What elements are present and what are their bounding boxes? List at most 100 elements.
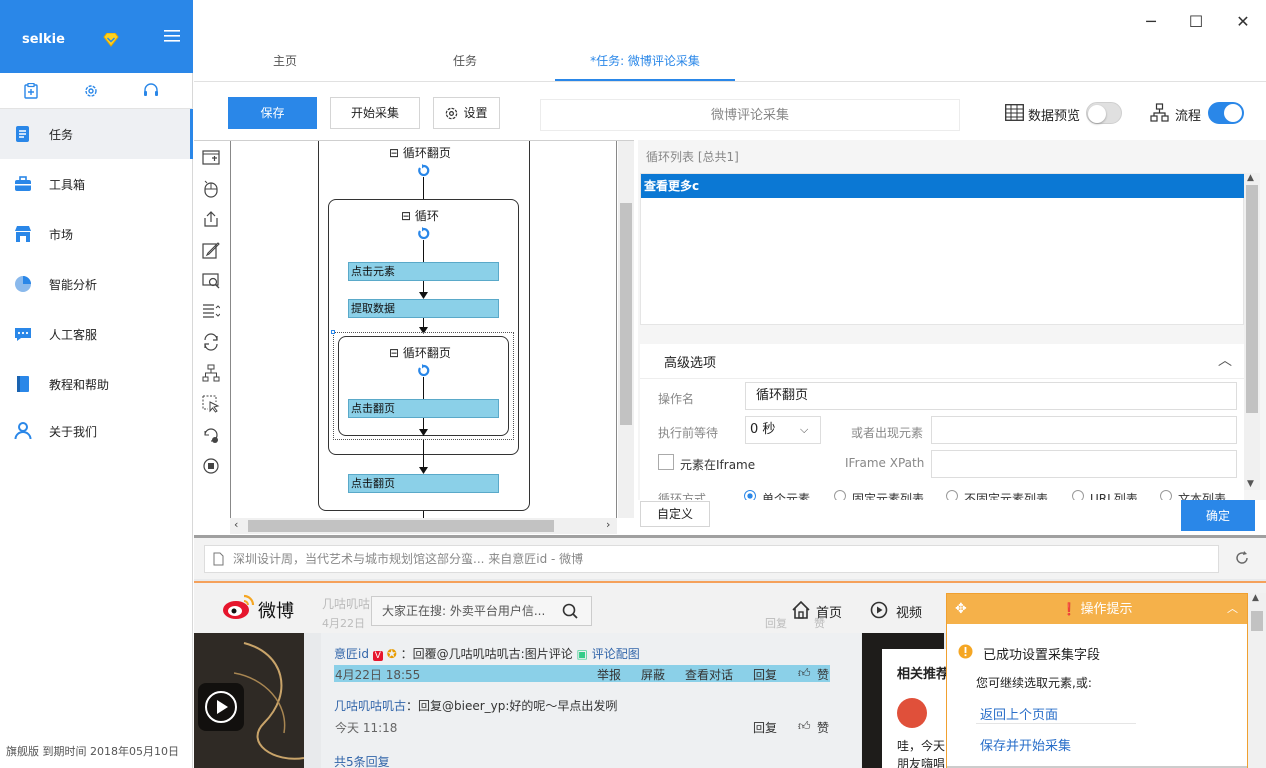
home-icon[interactable]: [792, 601, 810, 619]
designer-vertical-scrollbar[interactable]: [618, 141, 634, 518]
panel-scrollbar[interactable]: ▲ ▼: [1244, 173, 1260, 490]
scroll-right-arrow-icon[interactable]: ›: [606, 518, 610, 531]
comment-username[interactable]: 意匠id: [334, 647, 369, 661]
video-icon[interactable]: [870, 601, 888, 619]
thumbs-up-icon[interactable]: 👍︎: [798, 719, 811, 734]
tip-hint-text: 您可继续选取元素,或:: [976, 676, 1092, 690]
reply-link[interactable]: 回复: [753, 666, 777, 683]
sidebar-item-toolbox[interactable]: 工具箱: [0, 159, 193, 209]
scroll-down-icon[interactable]: ▼: [1247, 479, 1254, 489]
start-collect-button[interactable]: 开始采集: [330, 97, 420, 129]
view-conversation-link[interactable]: 查看对话: [685, 666, 733, 683]
sidebar-item-about[interactable]: 关于我们: [0, 406, 193, 456]
scroll-left-arrow-icon[interactable]: ‹: [234, 518, 238, 531]
settings-gear-icon[interactable]: [83, 83, 99, 99]
minimize-icon[interactable]: ─: [1139, 10, 1163, 34]
step-click-page-outer[interactable]: 点击翻页: [348, 474, 499, 493]
menu-icon[interactable]: [164, 30, 180, 42]
scroll-up-icon[interactable]: ▲: [1252, 593, 1259, 603]
task-name-field[interactable]: 微博评论采集: [540, 99, 960, 131]
loop-mode-radio[interactable]: [1160, 490, 1172, 500]
save-and-start-link[interactable]: 保存并开始采集: [980, 735, 1071, 754]
tab-tasks[interactable]: 任务: [375, 52, 555, 69]
recognize-captcha-icon[interactable]: [202, 272, 220, 290]
loop-title: ⊟ 循环: [401, 209, 439, 223]
reply-link[interactable]: 回复: [753, 719, 777, 736]
loop-mode-radio[interactable]: [1072, 490, 1084, 500]
step-click-page-inner[interactable]: 点击翻页: [348, 399, 499, 418]
save-button[interactable]: 保存: [228, 97, 317, 129]
refresh-loop-icon[interactable]: [202, 426, 220, 444]
scroll-thumb[interactable]: [1251, 611, 1263, 631]
selection-handle[interactable]: [331, 330, 335, 334]
edit-input-icon[interactable]: [202, 241, 220, 259]
tab-home[interactable]: 主页: [195, 52, 375, 69]
comment-username[interactable]: 几咕叽咕叽古: [334, 699, 406, 713]
op-name-input[interactable]: 循环翻页: [745, 382, 1237, 410]
nav-video[interactable]: 视频: [896, 602, 922, 621]
scroll-thumb[interactable]: [1246, 185, 1258, 413]
collapse-chevron-icon[interactable]: ︿: [1218, 350, 1232, 370]
collapse-up-icon[interactable]: ︿: [1227, 594, 1238, 624]
custom-button[interactable]: 自定义: [640, 501, 710, 527]
scroll-up-icon[interactable]: ▲: [1247, 173, 1254, 183]
step-click-element[interactable]: 点击元素: [348, 262, 499, 281]
sidebar-item-support[interactable]: 人工客服: [0, 309, 193, 359]
flow-canvas[interactable]: ⊟ 循环翻页 ⊟ 循环 点击元素 提取数据 ⊟ 循环翻页 点击翻页 点击翻页: [230, 141, 617, 518]
data-preview-toggle[interactable]: [1086, 102, 1122, 124]
or-appear-input[interactable]: [931, 416, 1237, 444]
block-link[interactable]: 屏蔽: [641, 666, 665, 683]
export-icon[interactable]: [202, 210, 220, 228]
iframe-checkbox[interactable]: [658, 454, 674, 470]
more-replies-link[interactable]: 共5条回复: [334, 753, 390, 768]
tab-weibo-task[interactable]: *任务: 微博评论采集: [555, 52, 735, 69]
drag-move-icon[interactable]: ✥: [955, 594, 967, 624]
browser-scrollbar[interactable]: ▲: [1248, 593, 1266, 768]
iframe-xpath-input[interactable]: [931, 450, 1237, 478]
branch-condition-icon[interactable]: [202, 364, 220, 382]
loop-mode-radio-selected[interactable]: [744, 490, 756, 500]
like-link[interactable]: 赞: [817, 666, 829, 683]
step-extract-data[interactable]: 提取数据: [348, 299, 499, 318]
sidebar-item-help[interactable]: 教程和帮助: [0, 359, 193, 409]
refresh-icon[interactable]: [1234, 550, 1250, 566]
like-link[interactable]: 赞: [817, 719, 829, 736]
flow-toggle[interactable]: [1208, 102, 1244, 124]
new-task-icon[interactable]: [24, 83, 38, 99]
panel-footer: [638, 500, 1266, 533]
wait-select[interactable]: 0 秒 ⌵: [745, 416, 821, 444]
sidebar-item-analysis[interactable]: 智能分析: [0, 259, 193, 309]
page-icon: [213, 552, 224, 566]
play-icon: [205, 691, 237, 723]
list-item[interactable]: 查看更多c: [641, 174, 1245, 198]
weibo-search-input[interactable]: 大家正在搜: 外卖平台用户信...: [371, 596, 592, 626]
stop-icon[interactable]: [203, 458, 219, 474]
loop-mode-radio[interactable]: [946, 490, 958, 500]
designer-horizontal-scrollbar[interactable]: [230, 518, 617, 534]
nav-home[interactable]: 首页: [816, 602, 842, 621]
switch-dropdown-icon[interactable]: [202, 303, 220, 319]
video-thumbnail[interactable]: [194, 633, 304, 768]
settings-button[interactable]: 设置: [433, 97, 500, 129]
thumbs-up-icon[interactable]: 👍︎: [798, 666, 811, 681]
loop-mode-radio[interactable]: [834, 490, 846, 500]
scroll-thumb[interactable]: [248, 520, 554, 532]
comment-time: 今天 11:18: [335, 721, 398, 735]
maximize-icon[interactable]: ☐: [1184, 10, 1208, 34]
comment-image-link[interactable]: 评论配图: [592, 647, 640, 661]
mouse-hover-icon[interactable]: [202, 395, 220, 413]
headset-support-icon[interactable]: [143, 83, 159, 99]
avatar[interactable]: [897, 698, 927, 728]
back-to-previous-link[interactable]: 返回上个页面: [980, 704, 1058, 723]
report-link[interactable]: 举报: [597, 666, 621, 683]
sidebar-item-task[interactable]: 任务: [0, 109, 193, 159]
sidebar-item-market[interactable]: 市场: [0, 209, 193, 259]
url-input[interactable]: 深圳设计周，当代艺术与城市规划馆这部分蛮... 来自意匠id - 微博: [204, 545, 1219, 573]
mouse-click-icon[interactable]: [203, 180, 219, 198]
scroll-thumb[interactable]: [620, 203, 632, 425]
search-icon[interactable]: [562, 603, 578, 619]
open-page-icon[interactable]: [202, 150, 220, 166]
close-icon[interactable]: ✕: [1231, 10, 1255, 34]
confirm-button[interactable]: 确定: [1181, 500, 1255, 531]
loop-icon[interactable]: [202, 333, 220, 351]
